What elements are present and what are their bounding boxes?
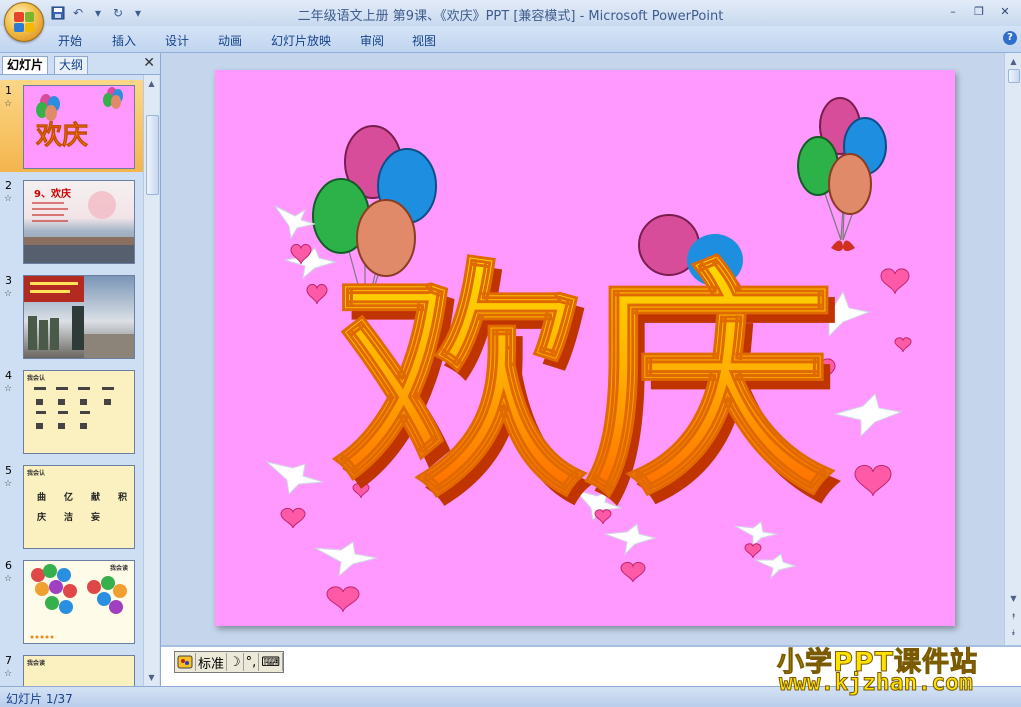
moon-icon[interactable]: ☽ — [227, 653, 244, 671]
close-button[interactable]: ✕ — [993, 3, 1017, 19]
tab-home[interactable]: 开始 — [58, 32, 82, 49]
slide-number: 2 — [5, 179, 12, 192]
tab-slideshow[interactable]: 幻灯片放映 — [271, 32, 331, 49]
keyboard-icon[interactable]: ⌨ — [259, 653, 284, 671]
slide-counter: 幻灯片 1/37 — [6, 692, 73, 706]
slides-panel: 幻灯片 大纲 ✕ 1 ☆ 欢庆 2 ☆ 9、欢庆 3 ☆ 4 ☆ 我会认 5 ☆… — [0, 53, 161, 686]
scroll-down-icon[interactable]: ▼ — [145, 671, 158, 684]
slide-thumbnails: 1 ☆ 欢庆 2 ☆ 9、欢庆 3 ☆ 4 ☆ 我会认 5 ☆ 我会认 曲 亿 … — [0, 75, 143, 686]
slide-thumbnail-3[interactable]: 3 ☆ — [0, 270, 143, 362]
ime-mode-label[interactable]: 标准 — [196, 653, 228, 672]
scroll-down-icon[interactable]: ▼ — [1007, 592, 1020, 605]
slide-preview: 我会读 — [23, 655, 135, 686]
previous-slide-icon[interactable]: ⯭ — [1007, 610, 1020, 623]
ribbon-tabs: 开始 插入 设计 动画 幻灯片放映 审阅 视图 ? — [0, 26, 1021, 53]
tab-outline[interactable]: 大纲 — [54, 56, 89, 74]
tab-view[interactable]: 视图 — [412, 32, 436, 49]
next-slide-icon[interactable]: ⯯ — [1007, 626, 1020, 639]
slide-thumbnail-7[interactable]: 7 ☆ 我会读 — [0, 650, 143, 686]
minimize-button[interactable]: – — [941, 3, 965, 19]
watermark-url: www.kjzhan.com — [779, 670, 974, 697]
slide-number: 3 — [5, 274, 12, 287]
window-controls: – ❐ ✕ — [941, 3, 1017, 19]
slide-title[interactable]: 欢庆 — [333, 237, 837, 531]
current-slide[interactable]: 欢庆 欢庆 — [215, 70, 955, 626]
animation-star-icon: ☆ — [4, 669, 13, 679]
slide-thumbnail-4[interactable]: 4 ☆ 我会认 — [0, 365, 143, 457]
tab-review[interactable]: 审阅 — [360, 32, 384, 49]
animation-star-icon: ☆ — [4, 384, 13, 394]
help-icon[interactable]: ? — [1003, 31, 1017, 45]
scroll-up-icon[interactable]: ▲ — [145, 77, 158, 90]
restore-button[interactable]: ❐ — [967, 3, 991, 19]
tab-design[interactable]: 设计 — [165, 32, 189, 49]
window-title: 二年级语文上册 第9课、《欢庆》PPT [兼容模式] - Microsoft P… — [297, 9, 724, 24]
tab-insert[interactable]: 插入 — [112, 32, 136, 49]
office-button[interactable] — [4, 2, 44, 42]
slide-preview: 我会认 曲 亿 献 积 庆 洁 妄 — [23, 465, 135, 549]
scrollbar-thumb[interactable] — [1008, 69, 1020, 83]
slide-scrollbar[interactable]: ▲ ▼ ⯭ ⯯ — [1004, 53, 1021, 645]
panel-tabs: 幻灯片 大纲 ✕ — [0, 53, 160, 75]
slide-number: 5 — [5, 464, 12, 477]
thumbnails-scrollbar[interactable]: ▲ ▼ — [143, 75, 159, 686]
animation-star-icon: ☆ — [4, 194, 13, 204]
slide-preview: 欢庆 — [23, 85, 135, 169]
slide-thumbnail-5[interactable]: 5 ☆ 我会认 曲 亿 献 积 庆 洁 妄 — [0, 460, 143, 552]
close-icon[interactable]: ✕ — [143, 55, 155, 71]
slide-thumbnail-2[interactable]: 2 ☆ 9、欢庆 — [0, 175, 143, 267]
office-logo-icon — [14, 12, 34, 32]
slide-thumbnail-6[interactable]: 6 ☆ 我会读 — [0, 555, 143, 647]
animation-star-icon: ☆ — [4, 99, 13, 109]
slide-edit-area: 欢庆 欢庆 — [161, 53, 1004, 645]
ime-toolbar[interactable]: 标准 ☽ °, ⌨ — [174, 651, 285, 673]
slide-thumbnail-1[interactable]: 1 ☆ 欢庆 — [0, 80, 143, 172]
animation-star-icon: ☆ — [4, 574, 13, 584]
slide-preview: 我会读 — [23, 560, 135, 644]
animation-star-icon: ☆ — [4, 479, 13, 489]
slide-number: 1 — [5, 84, 12, 97]
slide-preview — [23, 275, 135, 359]
slide-artwork: 欢庆 欢庆 — [265, 97, 912, 613]
slide-number: 4 — [5, 369, 12, 382]
slide-preview: 9、欢庆 — [23, 180, 135, 264]
tab-slides[interactable]: 幻灯片 — [2, 56, 49, 74]
slide-number: 6 — [5, 559, 12, 572]
slide-preview: 我会认 — [23, 370, 135, 454]
svg-text:欢庆: 欢庆 — [35, 120, 88, 151]
scrollbar-thumb[interactable] — [146, 115, 159, 195]
tab-animation[interactable]: 动画 — [218, 32, 242, 49]
slide-number: 7 — [5, 654, 12, 667]
animation-star-icon: ☆ — [4, 289, 13, 299]
punctuation-icon[interactable]: °, — [244, 653, 260, 671]
scroll-up-icon[interactable]: ▲ — [1007, 55, 1020, 68]
title-bar: ↶ ▾ ↻ ▾ 二年级语文上册 第9课、《欢庆》PPT [兼容模式] - Mic… — [0, 0, 1021, 26]
ime-logo-icon[interactable] — [175, 653, 196, 671]
